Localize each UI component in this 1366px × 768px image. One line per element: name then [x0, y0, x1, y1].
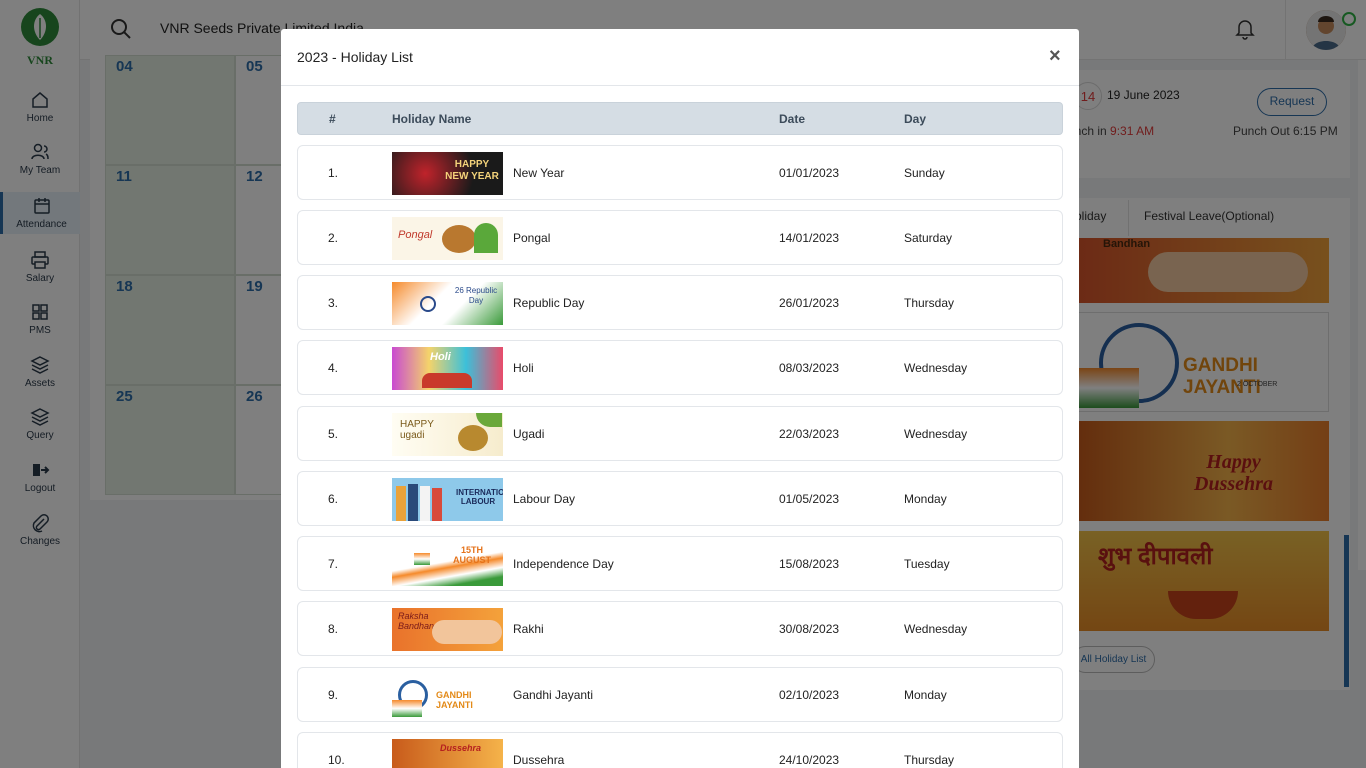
row-number: 7. — [328, 557, 339, 571]
holiday-image: 26 Republic Day — [392, 282, 503, 325]
table-row[interactable]: 1. HAPPY NEW YEAR New Year 01/01/2023 Su… — [297, 145, 1063, 200]
holiday-day: Monday — [904, 688, 947, 702]
holiday-day: Wednesday — [904, 622, 968, 636]
holiday-day: Monday — [904, 492, 947, 506]
table-row[interactable]: 6. INTERNATIONAL LABOUR Labour Day 01/05… — [297, 471, 1063, 526]
table-row[interactable]: 7. 15TH AUGUST Independence Day 15/08/20… — [297, 536, 1063, 591]
row-number: 2. — [328, 231, 339, 245]
modal-header: 2023 - Holiday List × — [281, 29, 1079, 86]
holiday-date: 01/01/2023 — [779, 166, 840, 180]
table-row[interactable]: 5. HAPPY ugadi Ugadi 22/03/2023 Wednesda… — [297, 406, 1063, 461]
holiday-image: Raksha Bandhan — [392, 608, 503, 651]
column-header-date: Date — [779, 112, 806, 126]
holiday-name: Pongal — [513, 231, 551, 245]
holiday-name: Republic Day — [513, 296, 585, 310]
column-header-day: Day — [904, 112, 927, 126]
row-number: 5. — [328, 427, 339, 441]
holiday-image: HAPPY ugadi — [392, 413, 503, 456]
table-row[interactable]: 9. GANDHI JAYANTI Gandhi Jayanti 02/10/2… — [297, 667, 1063, 722]
holiday-image: 15TH AUGUST — [392, 543, 503, 586]
holiday-date: 01/05/2023 — [779, 492, 840, 506]
holiday-name: Independence Day — [513, 557, 614, 571]
holiday-date: 08/03/2023 — [779, 361, 840, 375]
table-row[interactable]: 8. Raksha Bandhan Rakhi 30/08/2023 Wedne… — [297, 601, 1063, 656]
table-row[interactable]: 3. 26 Republic Day Republic Day 26/01/20… — [297, 275, 1063, 330]
row-number: 3. — [328, 296, 339, 310]
holiday-image: HAPPY NEW YEAR — [392, 152, 503, 195]
holiday-name: Holi — [513, 361, 534, 375]
holiday-day: Sunday — [904, 166, 945, 180]
holiday-day: Saturday — [904, 231, 953, 245]
column-header-name: Holiday Name — [392, 112, 472, 126]
holiday-name: Labour Day — [513, 492, 576, 506]
holiday-day: Wednesday — [904, 361, 968, 375]
table-header: # Holiday Name Date Day — [297, 102, 1063, 135]
holiday-image: GANDHI JAYANTI — [392, 674, 503, 717]
row-number: 9. — [328, 688, 339, 702]
holiday-date: 24/10/2023 — [779, 753, 840, 767]
row-number: 4. — [328, 361, 339, 375]
holiday-name: Dussehra — [513, 753, 565, 767]
holiday-date: 15/08/2023 — [779, 557, 840, 571]
holiday-name: New Year — [513, 166, 565, 180]
holiday-name: Gandhi Jayanti — [513, 688, 594, 702]
holiday-day: Tuesday — [904, 557, 950, 571]
row-number: 8. — [328, 622, 339, 636]
holiday-date: 30/08/2023 — [779, 622, 840, 636]
row-number: 6. — [328, 492, 339, 506]
holiday-date: 14/01/2023 — [779, 231, 840, 245]
holiday-image: INTERNATIONAL LABOUR — [392, 478, 503, 521]
row-number: 1. — [328, 166, 339, 180]
holiday-day: Thursday — [904, 296, 955, 310]
column-header-number: # — [329, 112, 336, 126]
holiday-day: Thursday — [904, 753, 955, 767]
holiday-date: 26/01/2023 — [779, 296, 840, 310]
holiday-image: Pongal — [392, 217, 503, 260]
row-number: 10. — [328, 753, 345, 767]
holiday-list-modal: 2023 - Holiday List × # Holiday Name Dat… — [281, 29, 1079, 768]
holiday-name: Ugadi — [513, 427, 545, 441]
table-row[interactable]: 2. Pongal Pongal 14/01/2023 Saturday — [297, 210, 1063, 265]
modal-title: 2023 - Holiday List — [297, 49, 413, 65]
holiday-image: Dussehra — [392, 739, 503, 768]
holiday-day: Wednesday — [904, 427, 968, 441]
holiday-name: Rakhi — [513, 622, 544, 636]
table-row[interactable]: 4. Holi Holi 08/03/2023 Wednesday — [297, 340, 1063, 395]
holiday-date: 02/10/2023 — [779, 688, 840, 702]
holiday-image: Holi — [392, 347, 503, 390]
close-icon[interactable]: × — [1049, 45, 1061, 68]
table-row[interactable]: 10. Dussehra Dussehra 24/10/2023 Thursda… — [297, 732, 1063, 768]
holiday-date: 22/03/2023 — [779, 427, 840, 441]
